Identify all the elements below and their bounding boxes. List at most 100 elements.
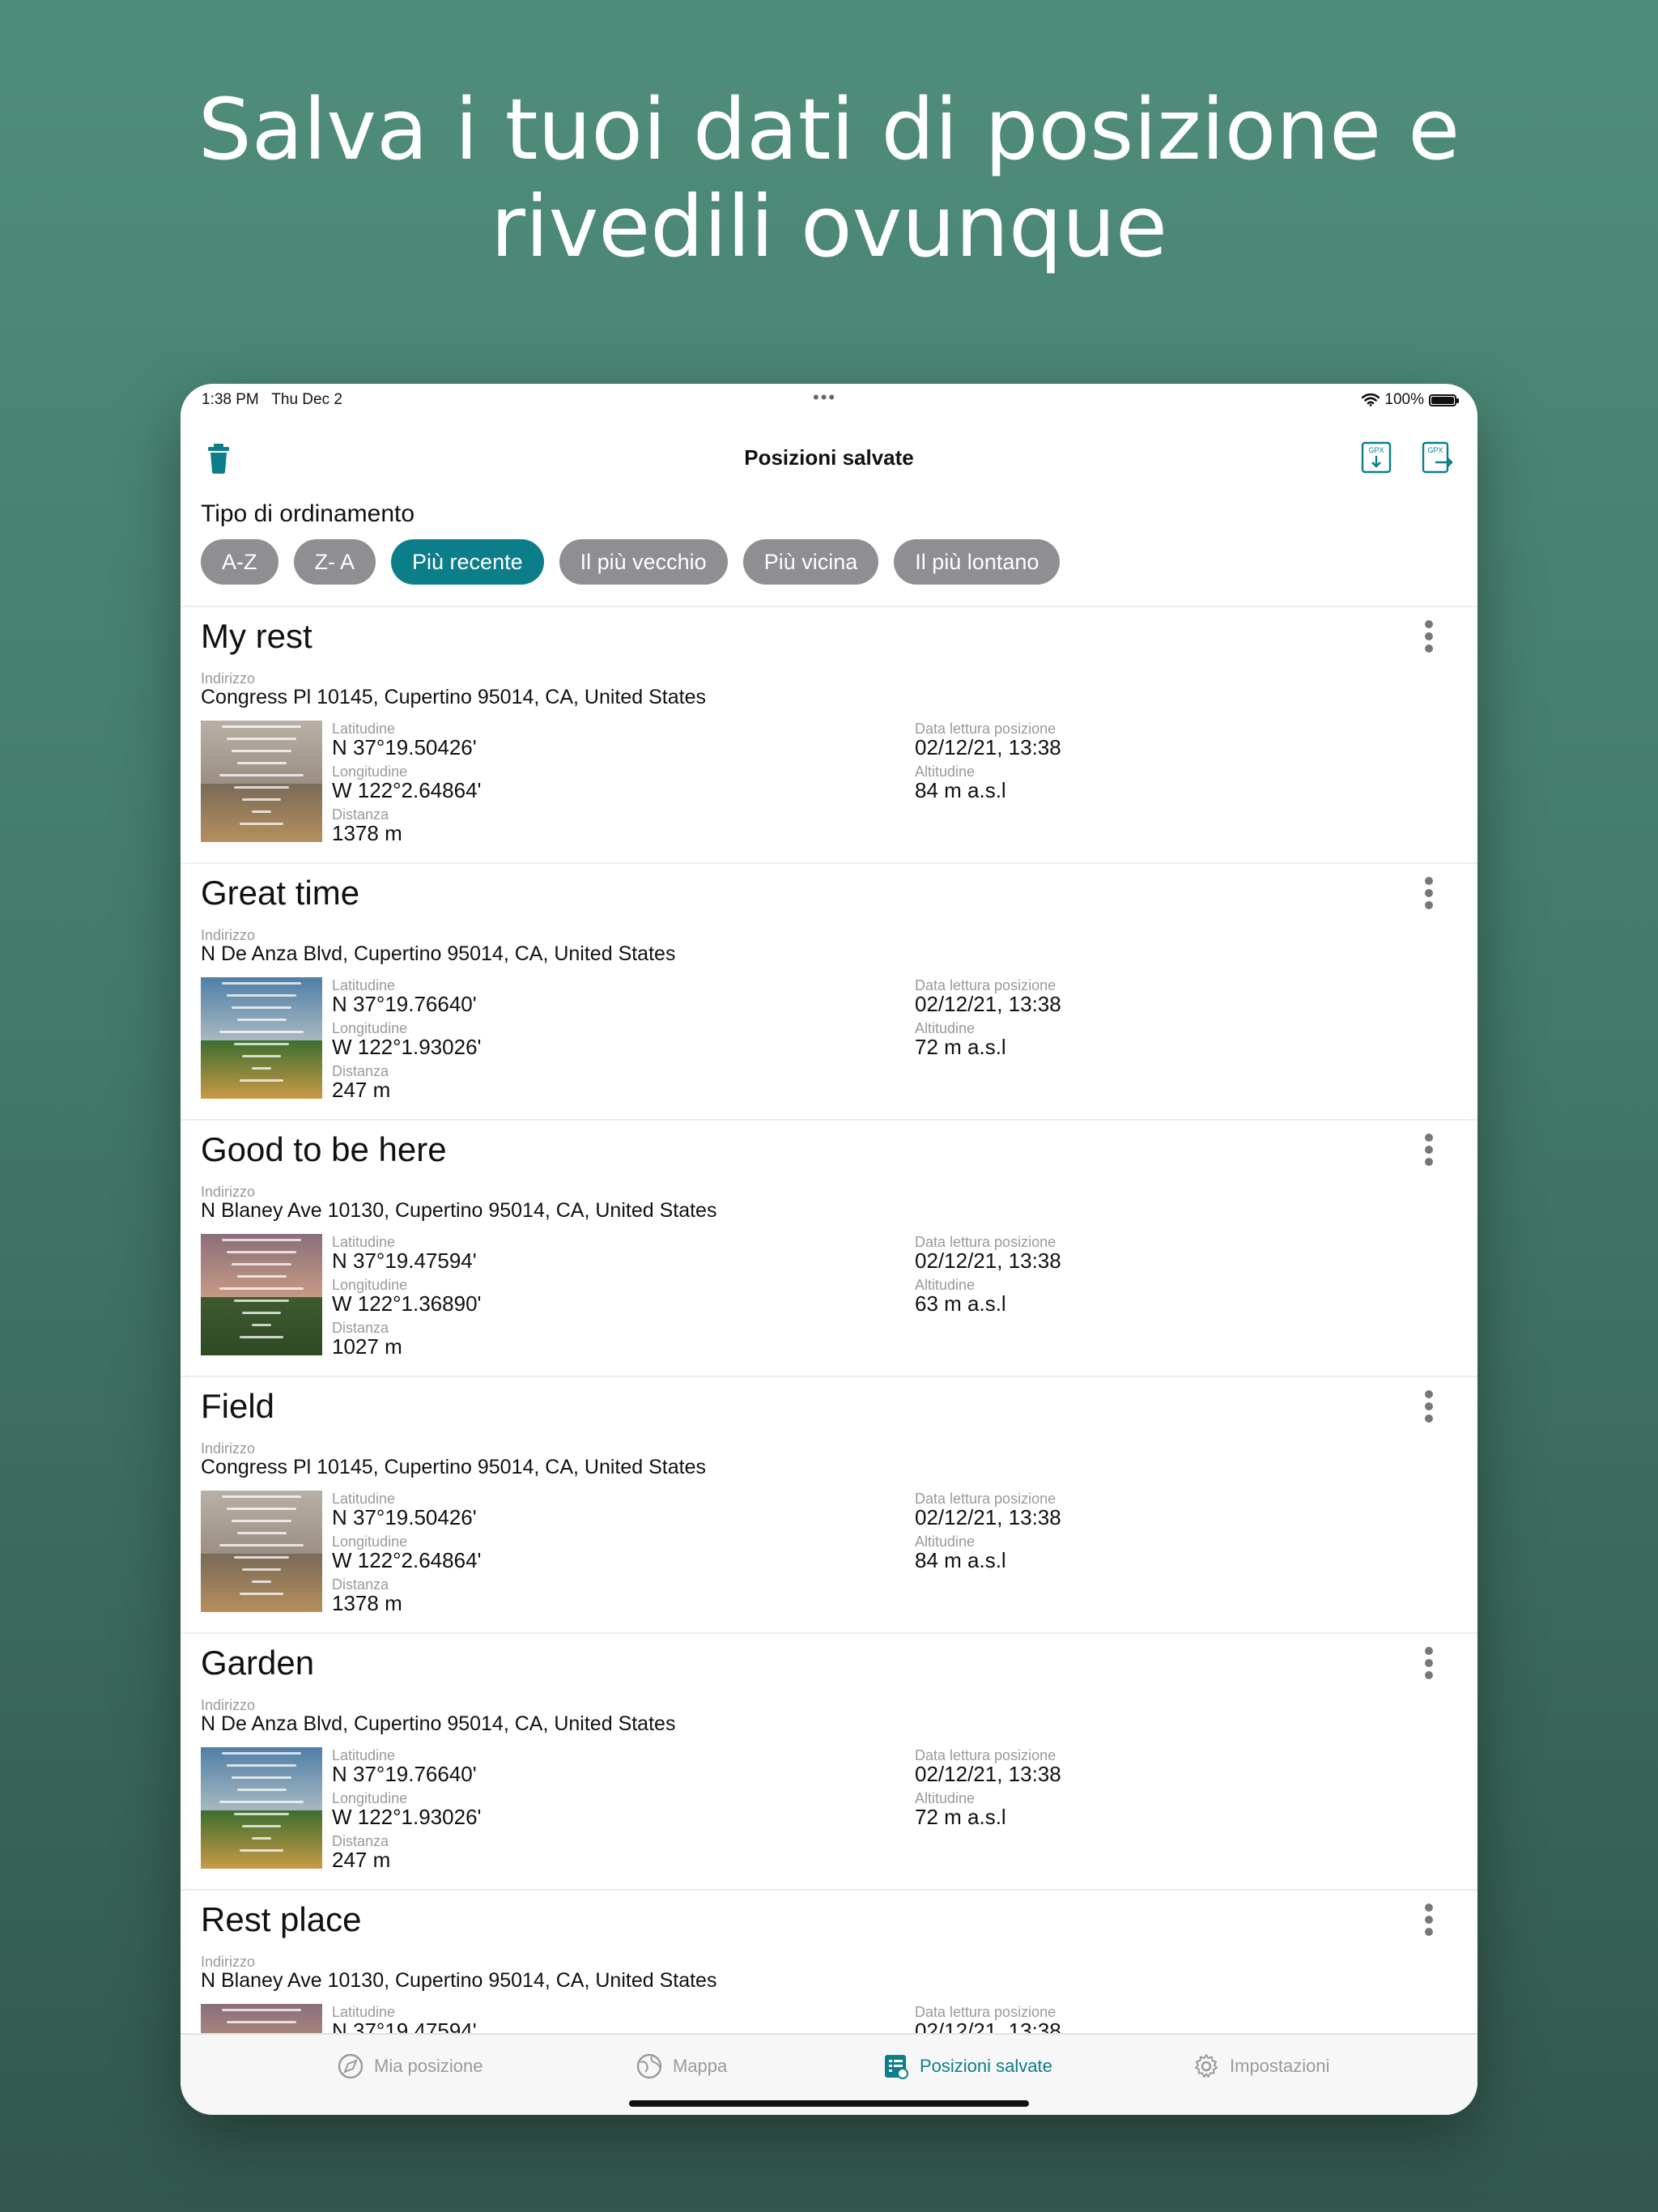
tab-saved-positions[interactable]: Posizioni salvate xyxy=(882,2052,1052,2080)
location-address: N De Anza Blvd, Cupertino 95014, CA, Uni… xyxy=(201,942,676,965)
address-label: Indirizzo xyxy=(201,927,256,943)
location-card[interactable]: Great time Indirizzo N De Anza Blvd, Cup… xyxy=(181,862,1477,1119)
latitude-value: N 37°19.50426' xyxy=(332,735,477,759)
headline-line-2: rivedili ovunque xyxy=(491,177,1167,276)
tab-map[interactable]: Mappa xyxy=(636,2052,727,2080)
tablet-screen: 1:38 PM Thu Dec 2 ••• 100% Posizioni sal… xyxy=(181,384,1477,2115)
location-name: Field xyxy=(201,1387,275,1425)
more-options-icon[interactable] xyxy=(1424,1390,1434,1426)
latitude-value: N 37°19.76640' xyxy=(332,992,477,1016)
longitude-value: W 122°1.36890' xyxy=(332,1291,482,1316)
page-title: Posizioni salvate xyxy=(744,445,914,470)
location-photo[interactable] xyxy=(201,977,322,1099)
location-address: N De Anza Blvd, Cupertino 95014, CA, Uni… xyxy=(201,1712,676,1735)
globe-icon xyxy=(636,2053,662,2079)
altitude-value: 63 m a.s.l xyxy=(915,1291,1006,1316)
tab-label: Mappa xyxy=(673,2056,728,2076)
location-address: N Blaney Ave 10130, Cupertino 95014, CA,… xyxy=(201,1199,717,1222)
read-date-value: 02/12/21, 13:38 xyxy=(915,992,1061,1016)
sort-label: Tipo di ordinamento xyxy=(201,500,415,527)
wifi-icon xyxy=(1362,393,1380,406)
latitude-value: N 37°19.50426' xyxy=(332,1505,477,1529)
more-options-icon[interactable] xyxy=(1424,877,1434,912)
location-card[interactable]: Field Indirizzo Congress Pl 10145, Cuper… xyxy=(181,1376,1477,1632)
tab-my-position[interactable]: Mia posizione xyxy=(337,2052,483,2080)
saved-list-icon xyxy=(885,2055,908,2079)
headline-line-1: Salva i tuoi dati di posizione e xyxy=(198,80,1460,179)
location-name: Rest place xyxy=(201,1900,362,1938)
more-options-icon[interactable] xyxy=(1424,620,1434,656)
location-card[interactable]: Good to be here Indirizzo N Blaney Ave 1… xyxy=(181,1119,1477,1376)
read-date-value: 02/12/21, 13:38 xyxy=(915,1505,1061,1529)
status-time: 1:38 PM Thu Dec 2 xyxy=(202,391,342,409)
status-bar: 1:38 PM Thu Dec 2 ••• 100% xyxy=(181,384,1477,416)
location-card[interactable]: My rest Indirizzo Congress Pl 10145, Cup… xyxy=(181,606,1477,862)
distance-value: 1378 m xyxy=(332,821,402,845)
location-name: My rest xyxy=(201,617,312,655)
more-options-icon[interactable] xyxy=(1424,1647,1434,1682)
distance-value: 247 m xyxy=(332,1078,391,1102)
sort-options: A-Z Z- A Più recente Il più vecchio Più … xyxy=(201,539,1061,585)
read-date-value: 02/12/21, 13:38 xyxy=(915,735,1061,759)
location-name: Garden xyxy=(201,1644,315,1682)
svg-text:GPX: GPX xyxy=(1427,446,1443,454)
address-label: Indirizzo xyxy=(201,670,256,687)
tab-label: Posizioni salvate xyxy=(920,2056,1052,2076)
battery-percent: 100% xyxy=(1384,391,1424,408)
status-indicators: 100% xyxy=(1362,391,1459,409)
distance-value: 1378 m xyxy=(332,1591,402,1615)
location-photo[interactable] xyxy=(201,721,322,842)
longitude-value: W 122°1.93026' xyxy=(332,1805,482,1829)
address-label: Indirizzo xyxy=(201,1440,256,1457)
altitude-value: 72 m a.s.l xyxy=(915,1805,1006,1829)
saved-locations-list: My rest Indirizzo Congress Pl 10145, Cup… xyxy=(181,606,1477,2115)
location-photo[interactable] xyxy=(201,1491,322,1612)
sort-chip-most-recent[interactable]: Più recente xyxy=(391,539,544,585)
distance-value: 1027 m xyxy=(332,1334,402,1359)
tab-label: Impostazioni xyxy=(1230,2056,1330,2076)
svg-text:GPX: GPX xyxy=(1368,446,1384,454)
sort-chip-farthest[interactable]: Il più lontano xyxy=(894,539,1061,585)
location-photo[interactable] xyxy=(201,1747,322,1869)
status-date: Thu Dec 2 xyxy=(271,391,342,408)
sort-chip-z-a[interactable]: Z- A xyxy=(293,539,376,585)
read-date-value: 02/12/21, 13:38 xyxy=(915,1762,1061,1786)
more-options-icon[interactable] xyxy=(1424,1134,1434,1169)
multitasking-dots-icon[interactable]: ••• xyxy=(813,387,836,408)
altitude-value: 84 m a.s.l xyxy=(915,1548,1006,1572)
altitude-value: 72 m a.s.l xyxy=(915,1035,1006,1059)
sort-chip-oldest[interactable]: Il più vecchio xyxy=(559,539,728,585)
tab-settings[interactable]: Impostazioni xyxy=(1192,2052,1330,2080)
location-photo[interactable] xyxy=(201,1234,322,1355)
sort-chip-a-z[interactable]: A-Z xyxy=(201,539,278,585)
distance-value: 247 m xyxy=(332,1848,391,1872)
longitude-value: W 122°2.64864' xyxy=(332,778,482,802)
latitude-value: N 37°19.76640' xyxy=(332,1762,477,1786)
address-label: Indirizzo xyxy=(201,1954,256,1970)
location-name: Good to be here xyxy=(201,1130,447,1168)
location-card[interactable]: Garden Indirizzo N De Anza Blvd, Cuperti… xyxy=(181,1632,1477,1889)
address-label: Indirizzo xyxy=(201,1697,256,1713)
latitude-value: N 37°19.47594' xyxy=(332,1249,477,1273)
longitude-value: W 122°2.64864' xyxy=(332,1548,482,1572)
status-clock: 1:38 PM xyxy=(202,391,259,408)
more-options-icon[interactable] xyxy=(1424,1904,1434,1939)
location-address: Congress Pl 10145, Cupertino 95014, CA, … xyxy=(201,686,706,708)
sort-chip-nearest[interactable]: Più vicina xyxy=(742,539,879,585)
read-date-value: 02/12/21, 13:38 xyxy=(915,1249,1061,1273)
tab-label: Mia posizione xyxy=(374,2056,483,2076)
longitude-value: W 122°1.93026' xyxy=(332,1035,482,1059)
address-label: Indirizzo xyxy=(201,1184,256,1200)
battery-icon xyxy=(1429,393,1459,406)
headline: Salva i tuoi dati di posizione e rivedil… xyxy=(0,81,1658,275)
compass-icon xyxy=(338,2053,363,2079)
location-address: Congress Pl 10145, Cupertino 95014, CA, … xyxy=(201,1456,706,1478)
location-address: N Blaney Ave 10130, Cupertino 95014, CA,… xyxy=(201,1969,717,1992)
gear-icon xyxy=(1195,2054,1218,2078)
location-name: Great time xyxy=(201,874,360,912)
navigation-bar: Posizioni salvate GPX GPX xyxy=(181,424,1477,489)
home-indicator[interactable] xyxy=(629,2100,1029,2107)
gpx-export-icon[interactable]: GPX xyxy=(1421,440,1453,474)
altitude-value: 84 m a.s.l xyxy=(915,778,1006,802)
gpx-import-icon[interactable]: GPX xyxy=(1360,440,1392,474)
